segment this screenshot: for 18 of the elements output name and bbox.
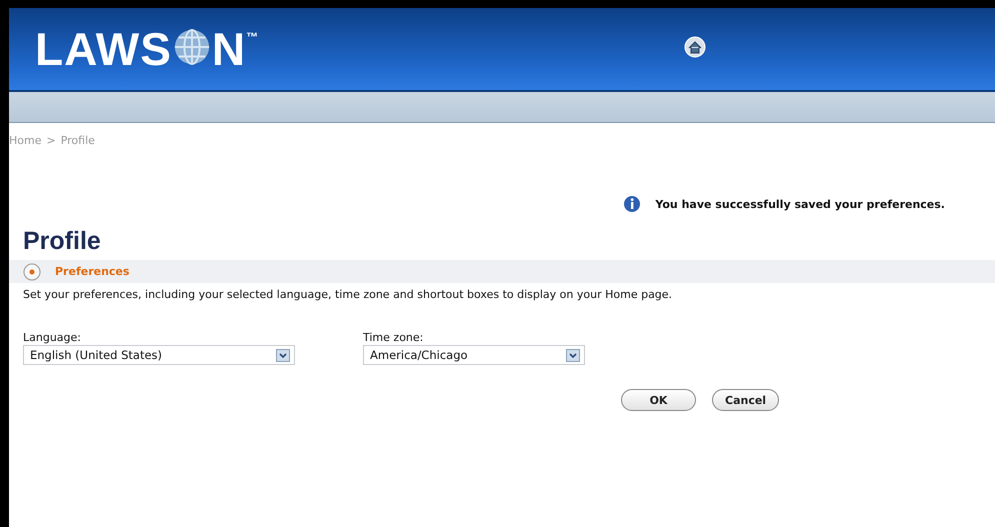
description-text: Set your preferences, including your selected language, time zone and shortout boxes to display on your Home page. <box>23 288 674 301</box>
breadcrumb-separator: > <box>46 134 56 147</box>
field-label: Language: <box>23 331 82 344</box>
info-icon <box>623 195 642 213</box>
logo-text: N <box>212 22 246 76</box>
section-title: Preferences <box>55 265 130 278</box>
field-label: Time zone: <box>363 331 424 344</box>
dropdown-field[interactable]: America/Chicago <box>363 345 585 365</box>
ok-button[interactable]: OK <box>621 389 696 411</box>
logo-text: LAWS <box>35 22 172 76</box>
globe-icon <box>172 28 211 66</box>
success-message: You have successfully saved your preferences. <box>655 198 945 210</box>
home-icon[interactable] <box>684 36 706 58</box>
dropdown-field[interactable]: English (United States) <box>23 345 295 365</box>
trademark-mark: ™ <box>246 30 260 44</box>
cancel-button[interactable]: Cancel <box>712 389 780 411</box>
expand-icon[interactable] <box>23 262 41 280</box>
page-title: Profile <box>23 227 102 256</box>
